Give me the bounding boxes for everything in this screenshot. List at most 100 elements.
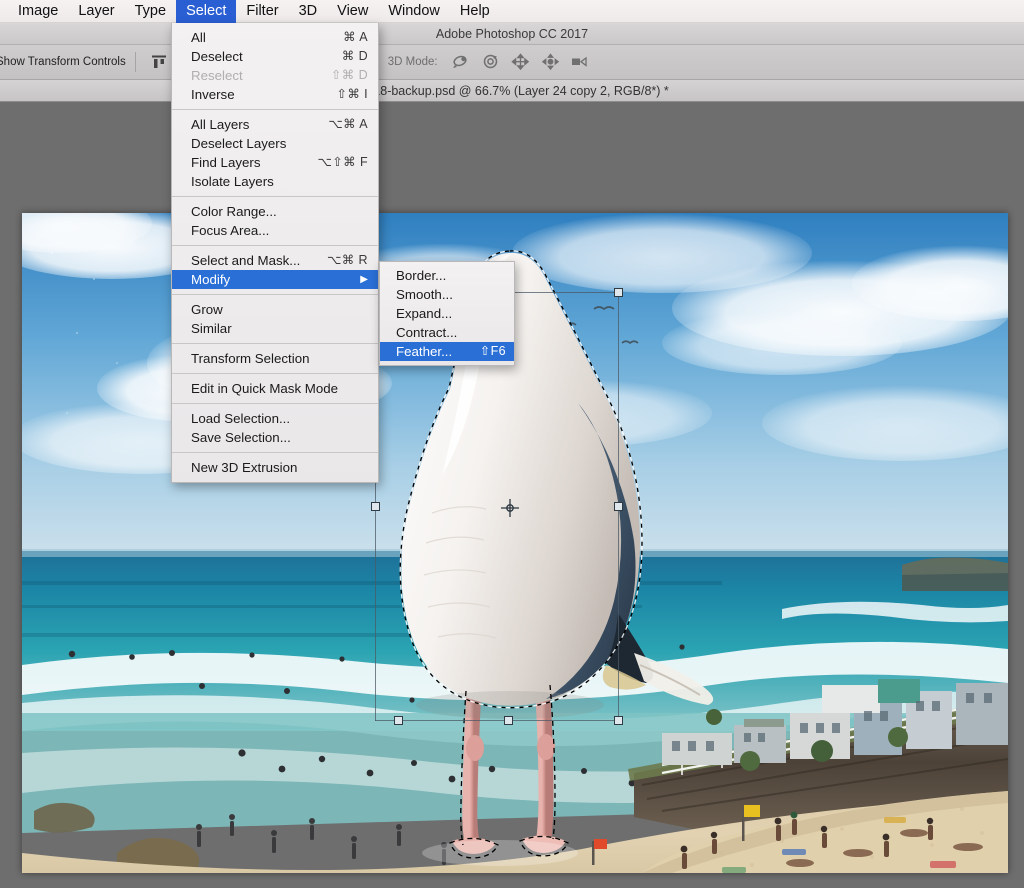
menu-item-inverse[interactable]: Inverse ⇧⌘ I xyxy=(172,85,378,104)
scale-3d-object-icon[interactable] xyxy=(568,51,594,73)
menu-item-shortcut: ⇧F6 xyxy=(479,344,506,358)
menu-item-shortcut: ⇧⌘ I xyxy=(336,87,368,101)
menu-item-focus-area[interactable]: Focus Area... xyxy=(172,221,378,240)
handle-middle-left[interactable] xyxy=(371,502,380,511)
menu-item-all[interactable]: All ⌘ A xyxy=(172,28,378,47)
roll-3d-object-icon[interactable] xyxy=(478,51,504,73)
menu-item-label: Smooth... xyxy=(396,287,453,302)
menu-item-similar[interactable]: Similar xyxy=(172,319,378,338)
menu-item-label: Deselect xyxy=(191,49,243,64)
modify-submenu: Border... Smooth... Expand... Contract..… xyxy=(379,261,515,366)
menu-item-label: Inverse xyxy=(191,87,235,102)
menu-item-label: Grow xyxy=(191,302,223,317)
photoshop-window: t Image Layer Type Select Filter 3D View… xyxy=(0,0,1024,888)
menu-separator xyxy=(172,245,378,246)
application-title: Adobe Photoshop CC 2017 xyxy=(435,26,589,41)
menu-item-label: Transform Selection xyxy=(191,351,310,366)
menu-item-color-range[interactable]: Color Range... xyxy=(172,202,378,221)
chevron-right-icon: ▶ xyxy=(360,274,368,285)
menu-item-label: All xyxy=(191,30,206,45)
menu-separator xyxy=(172,373,378,374)
application-title-bar: Adobe Photoshop CC 2017 xyxy=(0,23,1024,45)
menu-item-deselect-layers[interactable]: Deselect Layers xyxy=(172,134,378,153)
menubar-item-window[interactable]: Window xyxy=(378,0,450,23)
handle-bottom-left[interactable] xyxy=(394,716,403,725)
handle-middle-right[interactable] xyxy=(614,502,623,511)
menubar-item-3d[interactable]: 3D xyxy=(289,0,328,23)
menu-item-shortcut: ⌘ A xyxy=(343,30,368,44)
menu-item-modify[interactable]: Modify ▶ xyxy=(172,270,378,289)
menubar-item-view[interactable]: View xyxy=(327,0,378,23)
menu-item-label: Contract... xyxy=(396,325,458,340)
handle-bottom-right[interactable] xyxy=(614,716,623,725)
menu-item-label: Expand... xyxy=(396,306,453,321)
menu-item-label: Feather... xyxy=(396,344,453,359)
menubar-item-layer[interactable]: Layer xyxy=(68,0,124,23)
menu-item-label: Border... xyxy=(396,268,447,283)
menu-item-save-selection[interactable]: Save Selection... xyxy=(172,428,378,447)
menu-item-label: Similar xyxy=(191,321,232,336)
menu-item-edit-in-quick-mask-mode[interactable]: Edit in Quick Mask Mode xyxy=(172,379,378,398)
menu-item-shortcut: ⌥⌘ A xyxy=(328,117,368,131)
menu-item-new-3d-extrusion[interactable]: New 3D Extrusion xyxy=(172,458,378,477)
submenu-item-expand[interactable]: Expand... xyxy=(380,304,514,323)
submenu-item-smooth[interactable]: Smooth... xyxy=(380,285,514,304)
slide-3d-object-icon[interactable] xyxy=(538,51,564,73)
beach-photograph xyxy=(22,213,1008,873)
menu-item-shortcut: ⇧⌘ D xyxy=(330,68,368,82)
menubar-item-select[interactable]: Select xyxy=(176,0,237,23)
handle-top-right[interactable] xyxy=(614,288,623,297)
document-tab-title: ed-18-backup.psd @ 66.7% (Layer 24 copy … xyxy=(355,83,669,98)
menu-item-grow[interactable]: Grow xyxy=(172,300,378,319)
pan-3d-object-icon[interactable] xyxy=(508,51,534,73)
menu-item-find-layers[interactable]: Find Layers ⌥⇧⌘ F xyxy=(172,153,378,172)
menu-item-label: Edit in Quick Mask Mode xyxy=(191,381,339,396)
menu-item-isolate-layers[interactable]: Isolate Layers xyxy=(172,172,378,191)
show-transform-controls-label[interactable]: Show Transform Controls xyxy=(0,56,126,68)
menu-bar: t Image Layer Type Select Filter 3D View… xyxy=(0,0,1024,23)
menu-separator xyxy=(172,109,378,110)
menu-item-label: Modify xyxy=(191,272,231,287)
menu-item-label: Find Layers xyxy=(191,155,261,170)
options-divider xyxy=(134,52,136,72)
menubar-item-filter[interactable]: Filter xyxy=(236,0,288,23)
menu-item-deselect[interactable]: Deselect ⌘ D xyxy=(172,47,378,66)
3d-mode-label: 3D Mode: xyxy=(387,56,438,68)
menu-separator xyxy=(172,294,378,295)
menubar-item-edit[interactable]: t xyxy=(0,0,8,23)
menu-item-label: Color Range... xyxy=(191,204,277,219)
menu-separator xyxy=(172,403,378,404)
menu-item-reselect: Reselect ⇧⌘ D xyxy=(172,66,378,85)
menu-item-shortcut: ⌥⇧⌘ F xyxy=(317,155,368,169)
transform-edge-bottom xyxy=(375,720,619,721)
menu-item-shortcut: ⌥⌘ R xyxy=(326,253,368,267)
menu-item-label: Save Selection... xyxy=(191,430,291,445)
menu-item-all-layers[interactable]: All Layers ⌥⌘ A xyxy=(172,115,378,134)
menu-item-load-selection[interactable]: Load Selection... xyxy=(172,409,378,428)
transform-reference-point[interactable] xyxy=(500,498,520,518)
menu-item-label: Isolate Layers xyxy=(191,174,274,189)
menubar-item-help[interactable]: Help xyxy=(450,0,500,23)
rotate-3d-object-icon[interactable] xyxy=(448,51,474,73)
menu-item-shortcut: ⌘ D xyxy=(341,49,368,63)
handle-bottom-center[interactable] xyxy=(504,716,513,725)
menu-item-label: Deselect Layers xyxy=(191,136,287,151)
menu-item-label: New 3D Extrusion xyxy=(191,460,298,475)
menu-separator xyxy=(172,452,378,453)
menu-item-label: All Layers xyxy=(191,117,250,132)
menu-item-label: Reselect xyxy=(191,68,243,83)
document-tab[interactable]: ed-18-backup.psd @ 66.7% (Layer 24 copy … xyxy=(0,80,1024,102)
menu-item-transform-selection[interactable]: Transform Selection xyxy=(172,349,378,368)
submenu-item-border[interactable]: Border... xyxy=(380,266,514,285)
submenu-item-feather[interactable]: Feather... ⇧F6 xyxy=(380,342,514,361)
menu-item-select-and-mask[interactable]: Select and Mask... ⌥⌘ R xyxy=(172,251,378,270)
menu-item-label: Load Selection... xyxy=(191,411,291,426)
submenu-item-contract[interactable]: Contract... xyxy=(380,323,514,342)
align-top-edges-icon[interactable] xyxy=(148,52,170,72)
menu-item-label: Focus Area... xyxy=(191,223,270,238)
document-canvas[interactable] xyxy=(22,213,1008,873)
menu-separator xyxy=(172,196,378,197)
menu-separator xyxy=(172,343,378,344)
menubar-item-type[interactable]: Type xyxy=(125,0,176,23)
menubar-item-image[interactable]: Image xyxy=(8,0,68,23)
